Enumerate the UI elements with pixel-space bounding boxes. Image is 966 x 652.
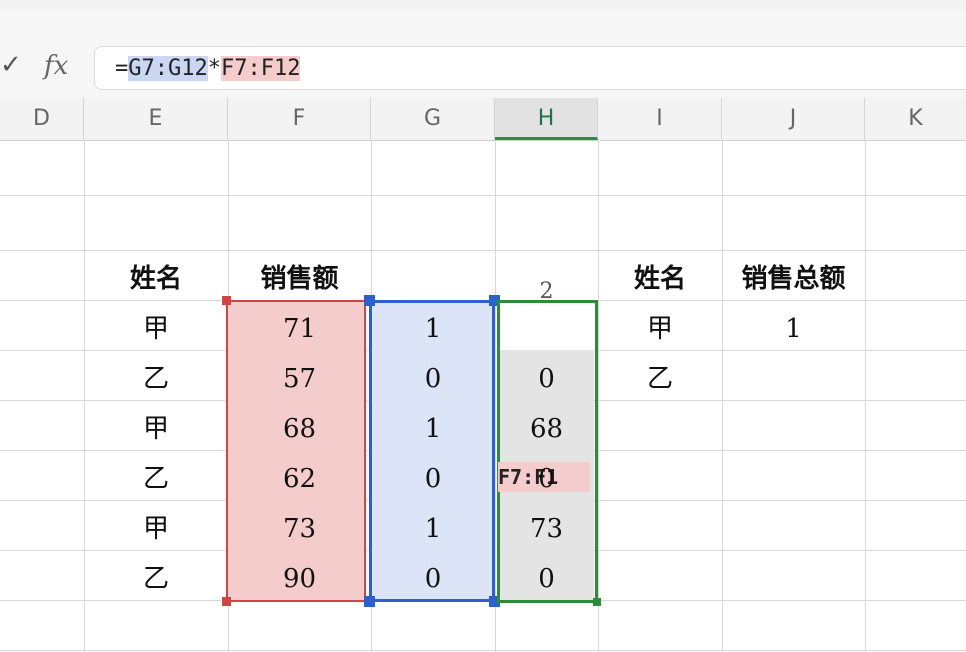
cell-result[interactable]: 68: [495, 404, 598, 454]
cell-name[interactable]: 甲: [84, 304, 228, 354]
cell-flag[interactable]: 1: [371, 404, 495, 454]
cell-result[interactable]: 0: [495, 454, 598, 504]
insert-function-fx-button[interactable]: fx: [44, 51, 68, 81]
cell-flag[interactable]: 0: [371, 554, 495, 604]
grid-line: [865, 140, 866, 652]
cell-header-sales[interactable]: 销售额: [228, 254, 371, 304]
cell-name[interactable]: 甲: [84, 504, 228, 554]
cell-sales[interactable]: 73: [228, 504, 371, 554]
cell-flag[interactable]: 0: [371, 354, 495, 404]
cell-flag[interactable]: 0: [371, 454, 495, 504]
formula-bar: ✓ fx =G7:G12*F7:F12: [0, 10, 966, 98]
cell-sales[interactable]: 57: [228, 354, 371, 404]
formula-input[interactable]: =G7:G12*F7:F12: [94, 46, 966, 90]
cell-name[interactable]: 乙: [84, 454, 228, 504]
column-header-e[interactable]: E: [84, 98, 228, 140]
formula-text: =G7:G12*F7:F12: [115, 56, 301, 81]
sheet-grid[interactable]: 姓名 销售额 姓名 销售总额 甲 71 1 2 F7:F1 甲 1 乙 57 0…: [0, 140, 966, 652]
column-header-d[interactable]: D: [0, 98, 84, 140]
cell-sales[interactable]: 62: [228, 454, 371, 504]
column-header-bar: D E F G H I J K: [0, 98, 966, 141]
cell-summary-header-name[interactable]: 姓名: [598, 254, 722, 304]
grid-line: [722, 140, 723, 652]
column-header-f[interactable]: F: [228, 98, 371, 140]
cell-name[interactable]: 乙: [84, 354, 228, 404]
grid-line: [0, 195, 966, 196]
cell-result[interactable]: 0: [495, 354, 598, 404]
formula-ref-f: F7:F12: [220, 56, 301, 81]
cell-summary-name[interactable]: 甲: [598, 304, 722, 354]
cell-sales[interactable]: 90: [228, 554, 371, 604]
cell-summary-total[interactable]: 1: [722, 304, 865, 354]
formula-prefix: =: [115, 56, 129, 81]
cell-result[interactable]: 73: [495, 504, 598, 554]
grid-line: [0, 250, 966, 251]
cell-header-name[interactable]: 姓名: [84, 254, 228, 304]
cell-flag[interactable]: 1: [371, 504, 495, 554]
formula-ref-g: G7:G12: [128, 56, 208, 81]
cell-sales[interactable]: 71: [228, 304, 371, 354]
formula-operator: *: [207, 56, 221, 81]
column-header-g[interactable]: G: [371, 98, 495, 140]
column-header-i[interactable]: I: [598, 98, 722, 140]
cell-flag[interactable]: 1: [371, 304, 495, 354]
column-header-h[interactable]: H: [495, 98, 598, 140]
cell-result[interactable]: 0: [495, 554, 598, 604]
cell-sales[interactable]: 68: [228, 404, 371, 454]
column-header-j[interactable]: J: [722, 98, 865, 140]
confirm-check-icon[interactable]: ✓: [0, 52, 22, 78]
cell-summary-header-total[interactable]: 销售总额: [722, 254, 865, 304]
cell-name[interactable]: 乙: [84, 554, 228, 604]
column-header-k[interactable]: K: [865, 98, 966, 140]
cell-name[interactable]: 甲: [84, 404, 228, 454]
cell-result-partial: 2: [539, 279, 554, 304]
grid-line: [0, 650, 966, 651]
cell-summary-name[interactable]: 乙: [598, 354, 722, 404]
